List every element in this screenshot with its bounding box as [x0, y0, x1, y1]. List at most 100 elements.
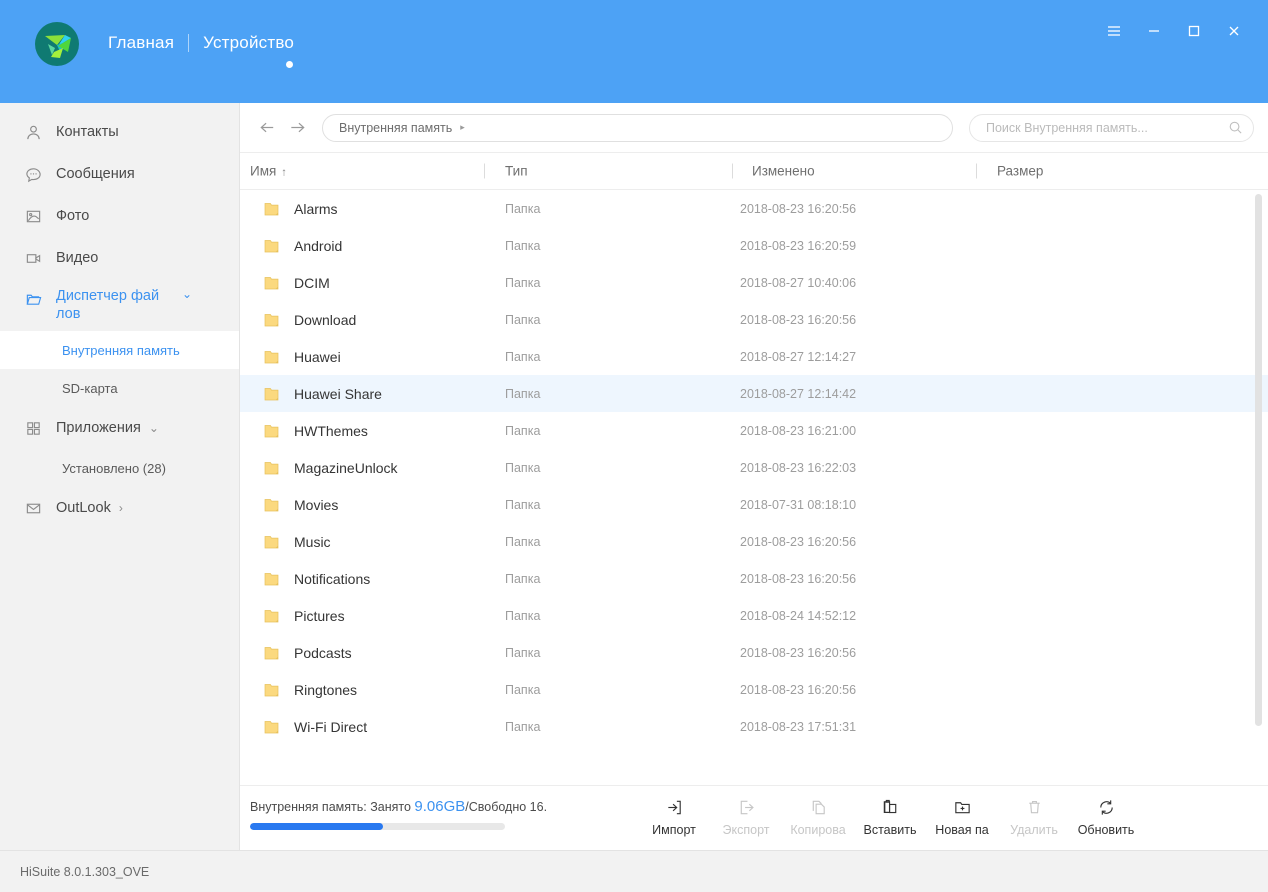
bottom-action-bar: Внутренняя память: Занято 9.06GB/Свободн…	[240, 785, 1268, 850]
table-row[interactable]: Download Папка 2018-08-23 16:20:56	[240, 301, 1268, 338]
breadcrumb[interactable]: Внутренняя память ▸	[322, 113, 953, 142]
close-icon[interactable]	[1214, 17, 1254, 45]
menu-icon[interactable]	[1094, 17, 1134, 45]
messages-icon	[22, 163, 44, 185]
file-name-cell[interactable]: Podcasts	[264, 645, 352, 661]
folder-icon	[264, 535, 279, 549]
vertical-scrollbar[interactable]	[1255, 194, 1262, 726]
file-name-cell[interactable]: Pictures	[264, 608, 345, 624]
table-row[interactable]: DCIM Папка 2018-08-27 10:40:06	[240, 264, 1268, 301]
sidebar-item-messages[interactable]: Сообщения	[0, 153, 239, 195]
file-name-cell[interactable]: Ringtones	[264, 682, 357, 698]
folder-icon	[264, 202, 279, 216]
file-name-cell[interactable]: Notifications	[264, 571, 370, 587]
file-list[interactable]: Alarms Папка 2018-08-23 16:20:56 Android Пап…	[240, 190, 1268, 785]
arrow-left-icon[interactable]	[252, 113, 282, 143]
table-row[interactable]: Music Папка 2018-08-23 16:20:56	[240, 523, 1268, 560]
file-name-cell[interactable]: HWThemes	[264, 423, 368, 439]
action-label: Копирова	[790, 823, 846, 837]
table-row[interactable]: Huawei Share Папка 2018-08-27 12:14:42	[240, 375, 1268, 412]
импорт-button[interactable]: Импорт	[638, 794, 710, 837]
chevron-right-icon[interactable]: ›	[119, 501, 123, 515]
storage-suffix: /Свободно 16.	[465, 800, 548, 814]
maximize-icon[interactable]	[1174, 17, 1214, 45]
folder-icon	[264, 461, 279, 475]
table-row[interactable]: Wi-Fi Direct Папка 2018-08-23 17:51:31	[240, 708, 1268, 745]
file-type-cell: Папка	[505, 201, 541, 216]
nav-link-device[interactable]: Устройство	[189, 33, 308, 53]
status-footer: HiSuite 8.0.1.303_OVE	[0, 850, 1268, 892]
table-row[interactable]: Android Папка 2018-08-23 16:20:59	[240, 227, 1268, 264]
file-modified-cell: 2018-08-23 16:20:56	[740, 201, 857, 216]
window-controls	[1094, 17, 1254, 45]
copy-icon	[809, 794, 828, 820]
table-row[interactable]: MagazineUnlock Папка 2018-08-23 16:22:03	[240, 449, 1268, 486]
breadcrumb-segment[interactable]: Внутренняя память	[339, 121, 452, 135]
storage-progress-bar	[250, 823, 505, 830]
chevron-down-icon[interactable]: ⌄	[182, 287, 192, 301]
file-name-label: MagazineUnlock	[294, 459, 398, 476]
обновить-button[interactable]: Обновить	[1070, 794, 1142, 837]
file-type-cell: Папка	[505, 349, 541, 364]
file-name-cell[interactable]: Movies	[264, 497, 338, 513]
new-folder-icon	[953, 794, 972, 820]
file-name-cell[interactable]: Wi-Fi Direct	[264, 719, 367, 735]
table-row[interactable]: Huawei Папка 2018-08-27 12:14:27	[240, 338, 1268, 375]
search-box[interactable]	[969, 113, 1254, 142]
sidebar-item-label: OutLook	[56, 500, 111, 516]
file-name-cell[interactable]: Download	[264, 312, 356, 328]
table-row[interactable]: Alarms Папка 2018-08-23 16:20:56	[240, 190, 1268, 227]
sidebar-sub-label: SD-карта	[62, 380, 118, 396]
table-row[interactable]: Pictures Папка 2018-08-24 14:52:12	[240, 597, 1268, 634]
action-label: Новая па	[935, 823, 989, 837]
search-input[interactable]	[986, 120, 1228, 135]
table-row[interactable]: Notifications Папка 2018-08-23 16:20:56	[240, 560, 1268, 597]
sidebar-item-installed[interactable]: Установлено (28)	[0, 449, 239, 487]
column-header-name[interactable]: Имя ↑	[250, 164, 287, 179]
column-divider[interactable]	[732, 163, 733, 179]
trash-icon	[1025, 794, 1044, 820]
table-row[interactable]: Ringtones Папка 2018-08-23 16:20:56	[240, 671, 1268, 708]
file-name-cell[interactable]: Huawei Share	[264, 386, 382, 402]
search-icon[interactable]	[1228, 120, 1243, 135]
sidebar-item-video[interactable]: Видео	[0, 237, 239, 279]
nav-link-home[interactable]: Главная	[94, 33, 188, 53]
sidebar-item-contacts[interactable]: Контакты	[0, 111, 239, 153]
file-name-cell[interactable]: DCIM	[264, 275, 330, 291]
sidebar-item-internal-storage[interactable]: Внутренняя память	[0, 331, 239, 369]
column-header-modified[interactable]: Изменено	[752, 164, 815, 179]
column-divider[interactable]	[484, 163, 485, 179]
вставить-button[interactable]: Вставить	[854, 794, 926, 837]
titlebar-nav: Главная Устройство	[94, 33, 308, 53]
action-label: Экспорт	[722, 823, 770, 837]
file-type-cell: Папка	[505, 534, 541, 549]
sidebar-item-file-manager[interactable]: Диспетчер фай лов ⌄	[0, 279, 239, 331]
minimize-icon[interactable]	[1134, 17, 1174, 45]
table-row[interactable]: HWThemes Папка 2018-08-23 16:21:00	[240, 412, 1268, 449]
table-row[interactable]: Movies Папка 2018-07-31 08:18:10	[240, 486, 1268, 523]
file-name-cell[interactable]: Music	[264, 534, 331, 550]
column-header-type[interactable]: Тип	[505, 164, 528, 179]
storage-prefix: Внутренняя память: Занято	[250, 800, 415, 814]
sidebar-item-outlook[interactable]: OutLook ›	[0, 487, 239, 529]
sidebar-item-sd-card[interactable]: SD-карта	[0, 369, 239, 407]
breadcrumb-arrow-icon[interactable]: ▸	[460, 122, 465, 133]
file-name-cell[interactable]: Android	[264, 238, 342, 254]
file-name-cell[interactable]: Huawei	[264, 349, 341, 365]
column-divider[interactable]	[976, 163, 977, 179]
arrow-right-icon[interactable]	[282, 113, 312, 143]
storage-used: 9.06GB	[414, 798, 466, 815]
export-icon	[737, 794, 756, 820]
column-headers: Имя ↑ Тип Изменено Размер	[240, 153, 1268, 190]
file-modified-cell: 2018-08-23 16:20:56	[740, 682, 857, 697]
column-header-size[interactable]: Размер	[997, 164, 1043, 179]
sidebar-item-apps[interactable]: Приложения ⌄	[0, 407, 239, 449]
chevron-down-icon[interactable]: ⌄	[149, 421, 159, 435]
file-name-cell[interactable]: Alarms	[264, 201, 338, 217]
file-name-label: Podcasts	[294, 644, 352, 661]
sidebar-item-photo[interactable]: Фото	[0, 195, 239, 237]
новая-па-button[interactable]: Новая па	[926, 794, 998, 837]
table-row[interactable]: Podcasts Папка 2018-08-23 16:20:56	[240, 634, 1268, 671]
file-modified-cell: 2018-08-23 17:51:31	[740, 719, 857, 734]
file-name-cell[interactable]: MagazineUnlock	[264, 460, 398, 476]
